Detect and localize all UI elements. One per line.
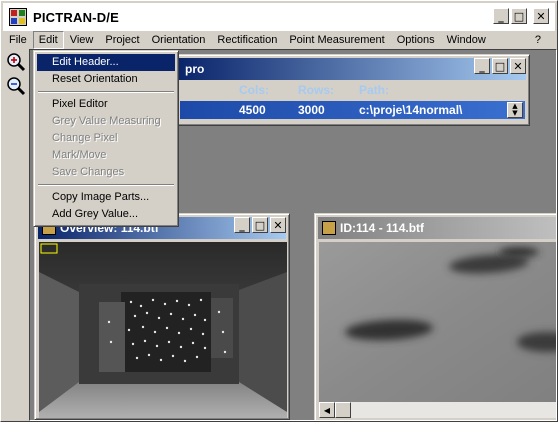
menu-separator	[37, 181, 175, 189]
menu-project[interactable]: Project	[99, 31, 145, 49]
column-cols: Cols:	[239, 83, 269, 97]
column-rows: Rows:	[298, 83, 334, 97]
header-columns: Cols: Rows: Path:	[180, 83, 525, 97]
value-path: c:\proje\14normal\	[359, 103, 463, 117]
menu-options[interactable]: Options	[391, 31, 441, 49]
app-icon[interactable]	[9, 8, 27, 26]
menu-item-change-pixel: Change Pixel	[52, 132, 118, 144]
minimize-button[interactable]: _	[493, 8, 509, 24]
header-data-row[interactable]: 4500 3000 c:\proje\14normal\ ▲ ▼	[180, 101, 525, 119]
tool-column	[3, 49, 29, 421]
menu-orientation[interactable]: Orientation	[146, 31, 212, 49]
close-icon: ✕	[273, 218, 283, 232]
column-path: Path:	[359, 83, 389, 97]
menu-separator	[37, 88, 175, 96]
minimize-icon: _	[239, 218, 245, 232]
zoom-in-icon	[7, 53, 26, 72]
maximize-icon: □	[494, 59, 506, 73]
close-icon: ✕	[536, 9, 546, 23]
menu-item-add-grey-value[interactable]: Add Grey Value...	[37, 206, 175, 223]
close-icon: ✕	[513, 59, 523, 73]
menu-point-measurement[interactable]: Point Measurement	[283, 31, 390, 49]
overview-image[interactable]	[39, 242, 287, 418]
close-button[interactable]: ✕	[533, 8, 549, 24]
menu-window[interactable]: Window	[441, 31, 492, 49]
menu-item-edit-header[interactable]: Edit Header...	[37, 54, 175, 71]
header-window-title: pro	[185, 62, 205, 76]
horizontal-scrollbar[interactable]: ◀	[319, 402, 556, 418]
value-rows: 3000	[298, 103, 325, 117]
overview-minimize-button[interactable]: _	[234, 217, 250, 233]
minimize-icon: _	[498, 9, 504, 23]
maximize-icon: □	[513, 9, 525, 23]
image-window-titlebar[interactable]: ID:114 - 114.btf	[318, 217, 556, 239]
overview-close-button[interactable]: ✕	[270, 217, 286, 233]
menu-item-reset-orientation[interactable]: Reset Orientation	[37, 71, 175, 88]
menu-help[interactable]: ?	[529, 31, 547, 49]
application-window: PICTRAN-D/E _ □ ✕ File Edit View Project…	[0, 0, 558, 422]
scroll-left-icon[interactable]: ◀	[319, 402, 335, 418]
scroll-thumb[interactable]	[335, 402, 351, 418]
header-window[interactable]: pro _ □ ✕ Cols: Rows: Path: 4500 3000 c:…	[175, 54, 530, 126]
menu-view[interactable]: View	[64, 31, 100, 49]
menu-item-pixel-editor[interactable]: Pixel Editor	[37, 96, 175, 113]
detail-image[interactable]	[319, 242, 556, 402]
zoom-in-button[interactable]	[5, 51, 27, 73]
menu-bar: File Edit View Project Orientation Recti…	[3, 31, 555, 49]
menu-item-mark-move: Mark/Move	[52, 149, 107, 161]
image-window-title: ID:114 - 114.btf	[340, 221, 425, 235]
title-bar[interactable]: PICTRAN-D/E _ □ ✕	[3, 3, 555, 31]
overview-maximize-button[interactable]: □	[252, 217, 268, 233]
menu-file[interactable]: File	[3, 31, 33, 49]
value-cols: 4500	[239, 103, 266, 117]
menu-item-save-changes: Save Changes	[52, 166, 125, 178]
menu-rectification[interactable]: Rectification	[211, 31, 283, 49]
maximize-button[interactable]: □	[511, 8, 527, 24]
image-window[interactable]: ID:114 - 114.btf ◀	[314, 213, 556, 420]
menu-edit[interactable]: Edit	[32, 31, 64, 49]
menu-item-grey-value-measuring: Grey Value Measuring	[52, 115, 161, 127]
edit-menu-dropdown: Edit Header... Reset Orientation Pixel Edi…	[33, 50, 179, 227]
overview-window[interactable]: Overview: 114.btf _ □ ✕	[34, 213, 290, 420]
header-close-button[interactable]: ✕	[510, 58, 526, 74]
zoom-out-icon	[7, 77, 26, 96]
header-minimize-button[interactable]: _	[474, 58, 490, 74]
zoom-out-button[interactable]	[5, 75, 27, 97]
menu-item-copy-image-parts[interactable]: Copy Image Parts...	[37, 189, 175, 206]
header-maximize-button[interactable]: □	[492, 58, 508, 74]
document-icon	[322, 221, 336, 235]
app-title: PICTRAN-D/E	[33, 9, 119, 25]
row-spinner[interactable]: ▲ ▼	[507, 102, 523, 118]
minimize-icon: _	[479, 59, 485, 73]
maximize-icon: □	[254, 218, 266, 232]
